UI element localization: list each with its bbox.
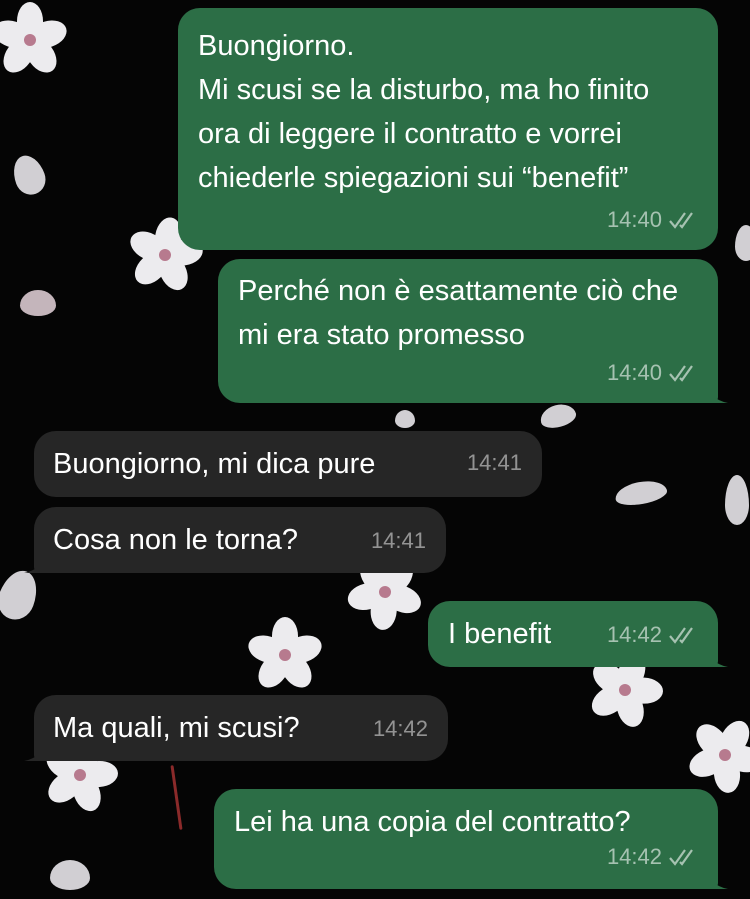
- message-time: 14:42: [372, 716, 428, 741]
- bubble-tail: [24, 739, 46, 761]
- message-meta: 14:40: [607, 351, 698, 395]
- outgoing-message[interactable]: I benefit 14:42: [428, 601, 728, 667]
- chat-view[interactable]: Buongiorno. Mi scusi se la disturbo, ma …: [0, 0, 750, 899]
- message-time: 14:41: [466, 450, 522, 475]
- outgoing-message[interactable]: Lei ha una copia del contratto? 14:42: [214, 789, 728, 889]
- stem-decoration: [170, 765, 183, 830]
- message-text: Ma quali, mi scusi?: [53, 712, 300, 744]
- petal-decoration: [395, 410, 415, 428]
- double-check-icon: [668, 847, 698, 867]
- message-time: 14:41: [370, 528, 426, 553]
- incoming-message[interactable]: Ma quali, mi scusi? 14:42: [24, 695, 448, 761]
- petal-decoration: [537, 400, 579, 432]
- message-meta: 14:42: [607, 613, 698, 657]
- double-check-icon: [668, 625, 698, 645]
- message-time: 14:42: [606, 844, 662, 869]
- message-meta: 14:42: [607, 835, 698, 879]
- message-text: Buongiorno. Mi scusi se la disturbo, ma …: [198, 30, 650, 194]
- double-check-icon: [668, 210, 698, 230]
- message-meta: 14:40: [607, 198, 698, 242]
- outgoing-message[interactable]: Buongiorno. Mi scusi se la disturbo, ma …: [178, 8, 718, 250]
- message-meta: 14:42: [373, 707, 428, 751]
- petal-decoration: [20, 290, 56, 316]
- incoming-message[interactable]: Cosa non le torna? 14:41: [24, 507, 446, 573]
- message-text: Buongiorno, mi dica pure: [53, 448, 376, 480]
- bubble-tail: [706, 645, 728, 667]
- message-time: 14:40: [606, 360, 662, 385]
- petal-decoration: [0, 565, 44, 625]
- petal-decoration: [725, 475, 749, 525]
- incoming-message[interactable]: Buongiorno, mi dica pure 14:41: [34, 431, 542, 497]
- message-text: Perché non è esattamente ciò che mi era …: [238, 275, 679, 351]
- petal-decoration: [613, 477, 669, 509]
- double-check-icon: [668, 363, 698, 383]
- bubble-tail: [24, 551, 46, 573]
- bubble-tail: [706, 381, 728, 403]
- petal-decoration: [50, 860, 90, 890]
- petal-decoration: [735, 225, 750, 261]
- message-time: 14:40: [606, 207, 662, 232]
- petal-decoration: [8, 151, 50, 199]
- outgoing-message[interactable]: Perché non è esattamente ciò che mi era …: [218, 259, 728, 403]
- message-meta: 14:41: [467, 441, 522, 485]
- bubble-tail: [706, 867, 728, 889]
- message-time: 14:42: [606, 622, 662, 647]
- message-meta: 14:41: [371, 519, 426, 563]
